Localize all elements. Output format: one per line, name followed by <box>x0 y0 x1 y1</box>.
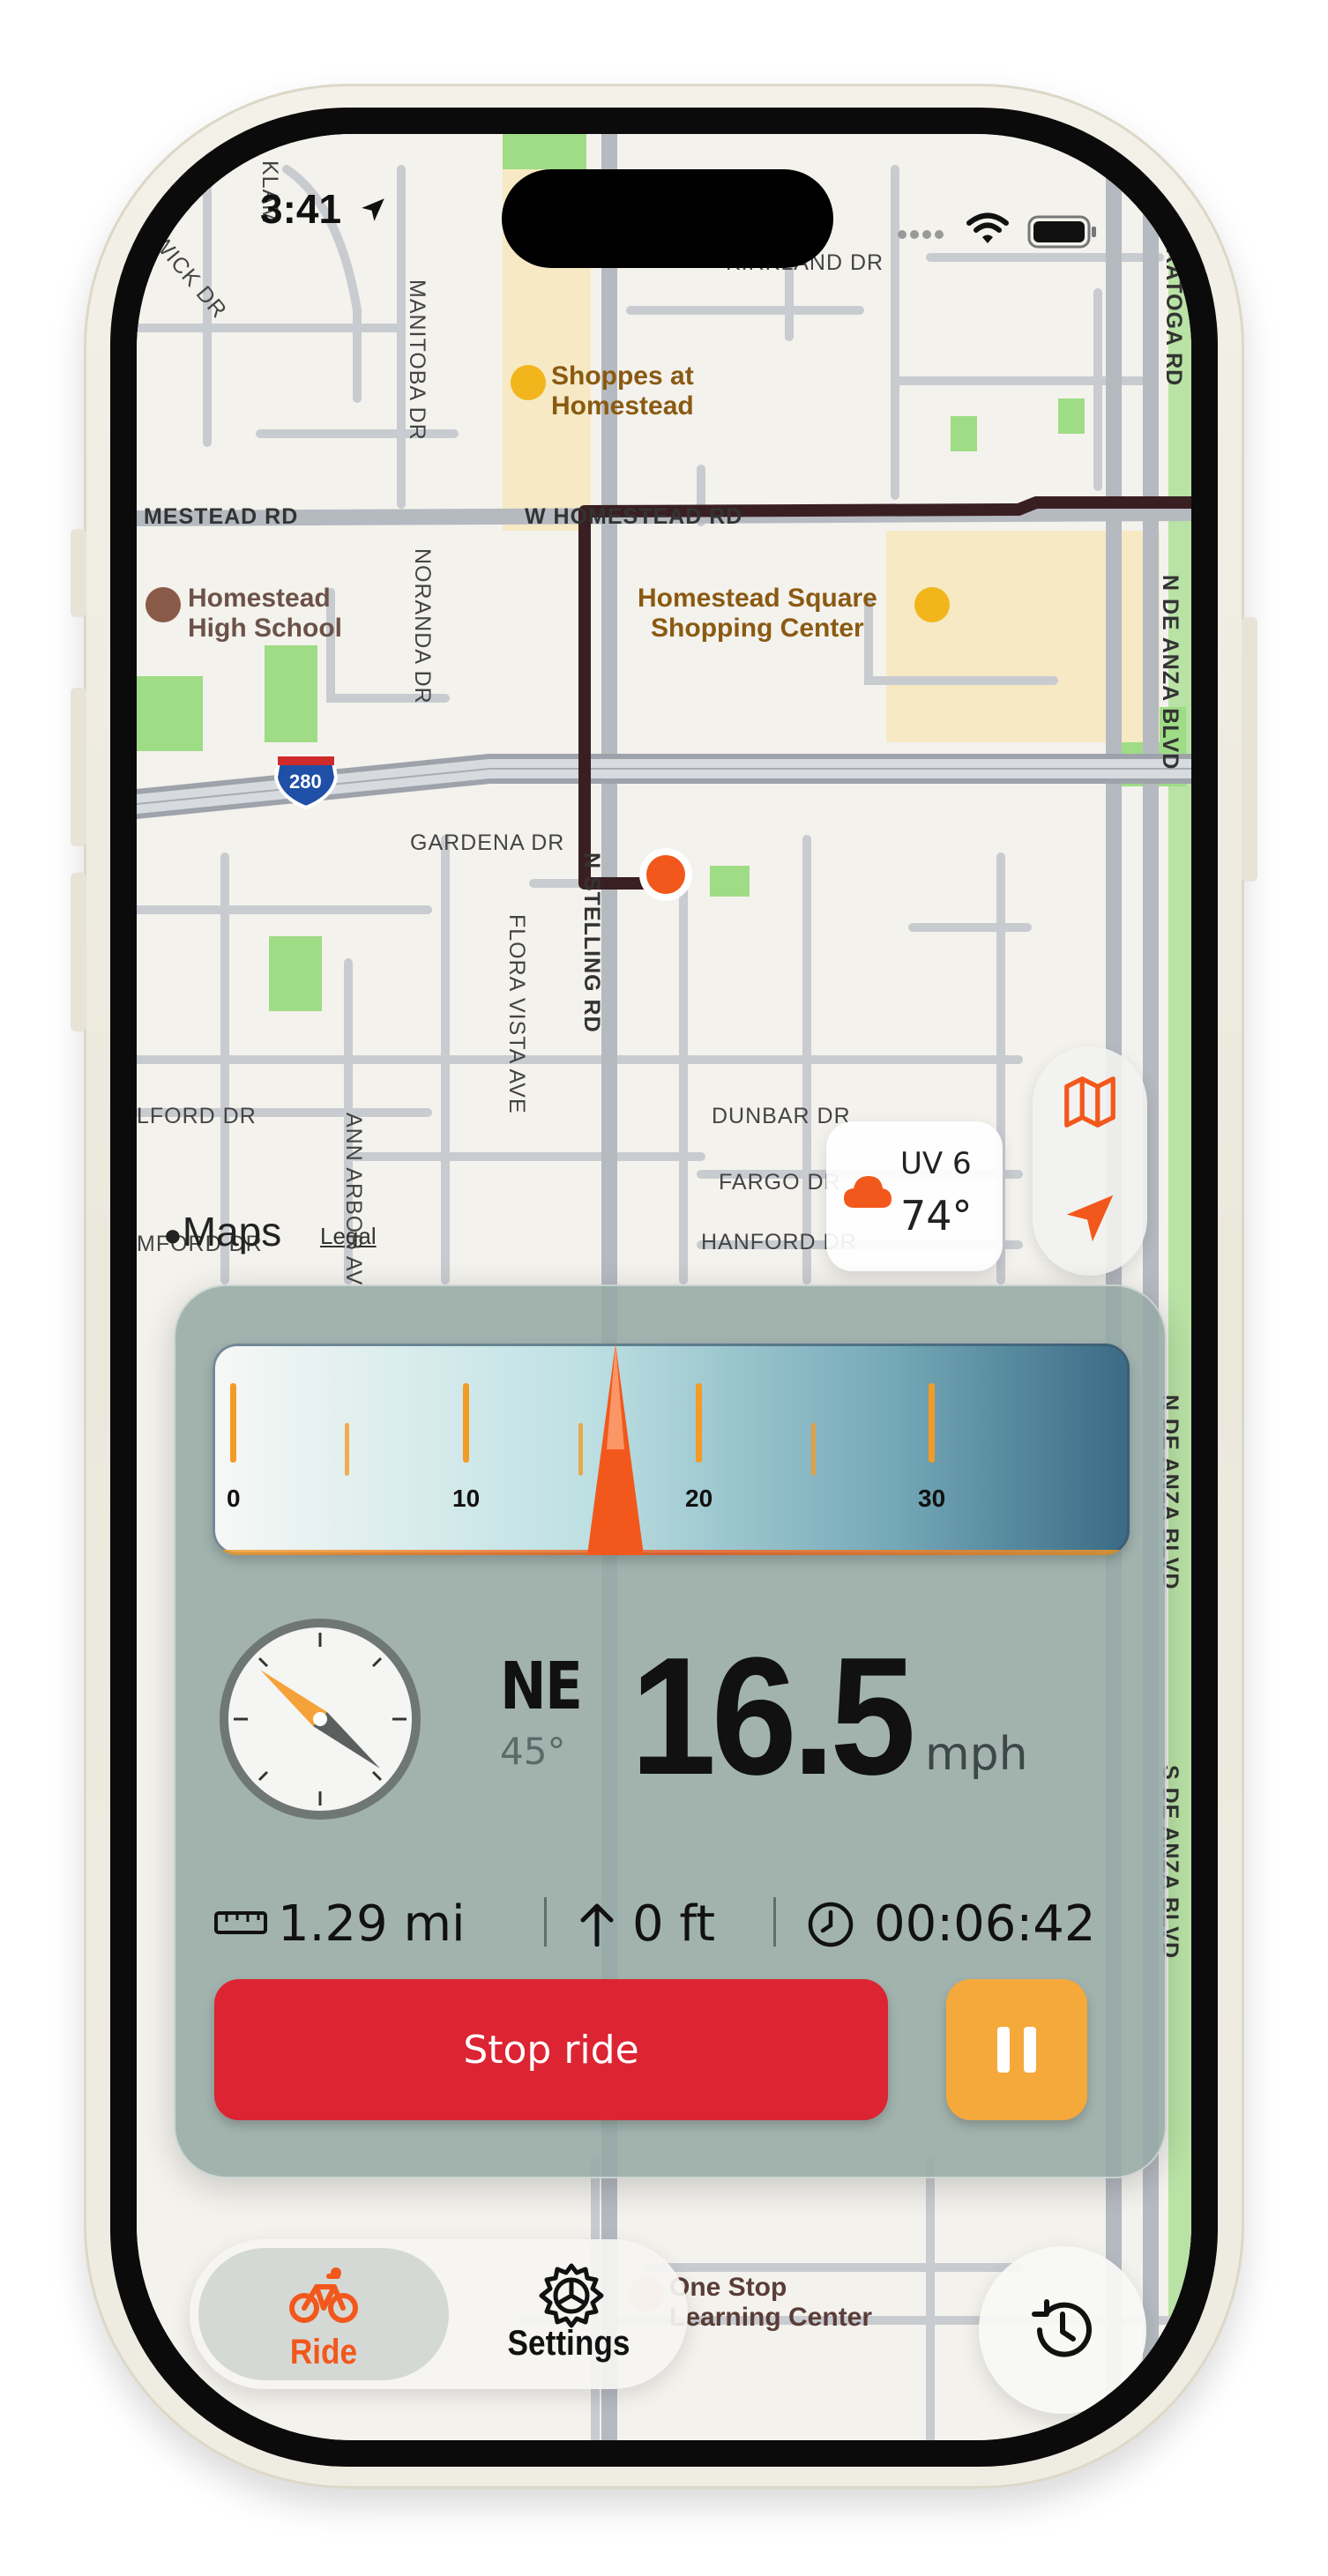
elevation-value: 0 ft <box>632 1895 716 1953</box>
poi-square-label: Homestead Square Shopping Center <box>638 584 877 643</box>
poi-school-label: Homestead High School <box>188 584 342 643</box>
gauge-tick-label: 20 <box>685 1485 713 1512</box>
volume-up-button <box>71 688 86 846</box>
weather-chip[interactable]: UV 6 74° <box>826 1121 1003 1271</box>
wifi-icon <box>966 212 1009 243</box>
speed-gauge: 0 10 20 30 <box>213 1344 1130 1555</box>
gauge-tick-major <box>230 1383 236 1463</box>
temperature: 74° <box>900 1192 973 1240</box>
street-label: N STELLING RD <box>579 852 604 1033</box>
pause-button[interactable] <box>946 1979 1087 2120</box>
poi-shoppes-label: Shoppes at Homestead <box>551 361 694 421</box>
maps-brand-text: Maps <box>182 1209 282 1254</box>
gauge-tick-minor <box>811 1423 816 1476</box>
tab-bar: Ride Settings <box>190 2239 688 2389</box>
pause-icon <box>997 2027 1036 2073</box>
elevation-arrow-icon <box>580 1903 614 1947</box>
gauge-tick-label: 30 <box>918 1485 946 1512</box>
maps-logo: ●Maps <box>163 1208 281 1255</box>
street-label: NORANDA DR <box>410 548 435 704</box>
street-label: ANN ARBOR AV <box>341 1113 366 1286</box>
gauge-tick-major <box>696 1383 702 1463</box>
power-button <box>1242 617 1257 882</box>
street-label: W HOMESTEAD RD <box>525 504 743 529</box>
cloud-icon <box>844 1176 892 1208</box>
elapsed-time: 00:06:42 <box>874 1895 1096 1953</box>
gauge-tick-major <box>929 1383 935 1463</box>
location-arrow-icon <box>362 198 384 221</box>
gauge-tick-label: 10 <box>452 1485 481 1512</box>
screen: KIRKLAND DR KLAM NEWICK DR MANITOBA DR M… <box>137 134 1191 2440</box>
street-label: N DE ANZA BLVD <box>1158 575 1183 771</box>
tab-ride-label: Ride <box>289 2333 358 2371</box>
heading-direction: NE <box>500 1649 583 1724</box>
tab-settings[interactable]: Settings <box>454 2248 683 2380</box>
current-location-icon[interactable] <box>1059 1187 1121 1249</box>
speed-needle <box>587 1344 645 1555</box>
map-controls <box>1033 1046 1147 1276</box>
status-time-text: 3:41 <box>260 186 342 232</box>
apple-logo-icon: ● <box>163 1217 183 1253</box>
history-button[interactable] <box>979 2246 1146 2414</box>
gauge-tick-label: 0 <box>227 1485 241 1512</box>
poi-learning-label: One Stop Learning Center <box>669 2273 873 2332</box>
street-label: MANITOBA DR <box>405 279 429 441</box>
status-time: 3:41 <box>260 185 388 233</box>
gauge-tick-major <box>463 1383 469 1463</box>
history-icon <box>1032 2299 1092 2357</box>
uv-index: UV 6 <box>900 1146 972 1181</box>
stat-divider <box>773 1897 776 1947</box>
street-label: GARDENA DR <box>410 830 565 855</box>
street-label: FARGO DR <box>719 1170 841 1195</box>
tab-ride[interactable]: Ride <box>198 2248 449 2380</box>
status-bar: 3:41 <box>137 134 1191 268</box>
street-label: LFORD DR <box>137 1104 257 1128</box>
street-label: MESTEAD RD <box>144 504 299 529</box>
speed-unit: mph <box>925 1728 1028 1781</box>
current-speed: 16.5 <box>630 1623 916 1810</box>
stat-divider <box>544 1897 547 1947</box>
bike-icon <box>289 2267 358 2323</box>
gauge-bottom-glow <box>213 1550 1130 1555</box>
heading-degrees: 45° <box>500 1730 566 1773</box>
battery-icon <box>1027 215 1096 249</box>
highway-number: 280 <box>289 771 322 793</box>
compass-icon <box>220 1619 421 1820</box>
dynamic-island <box>502 169 833 268</box>
street-label: DUNBAR DR <box>712 1104 851 1128</box>
stop-ride-button[interactable]: Stop ride <box>214 1979 888 2120</box>
ruler-icon <box>214 1911 267 1934</box>
stop-ride-label: Stop ride <box>463 2027 639 2073</box>
legal-link[interactable]: Legal <box>320 1223 377 1250</box>
tab-settings-label: Settings <box>507 2324 630 2363</box>
distance-value: 1.29 mi <box>278 1895 466 1953</box>
gear-icon <box>539 2263 604 2328</box>
action-button <box>71 529 86 617</box>
gauge-tick-minor <box>345 1423 349 1476</box>
volume-down-button <box>71 873 86 1031</box>
street-label: FLORA VISTA AVE <box>504 914 529 1114</box>
map-icon[interactable] <box>1059 1071 1121 1133</box>
cellular-icon <box>898 230 944 239</box>
clock-icon <box>808 1902 854 1947</box>
